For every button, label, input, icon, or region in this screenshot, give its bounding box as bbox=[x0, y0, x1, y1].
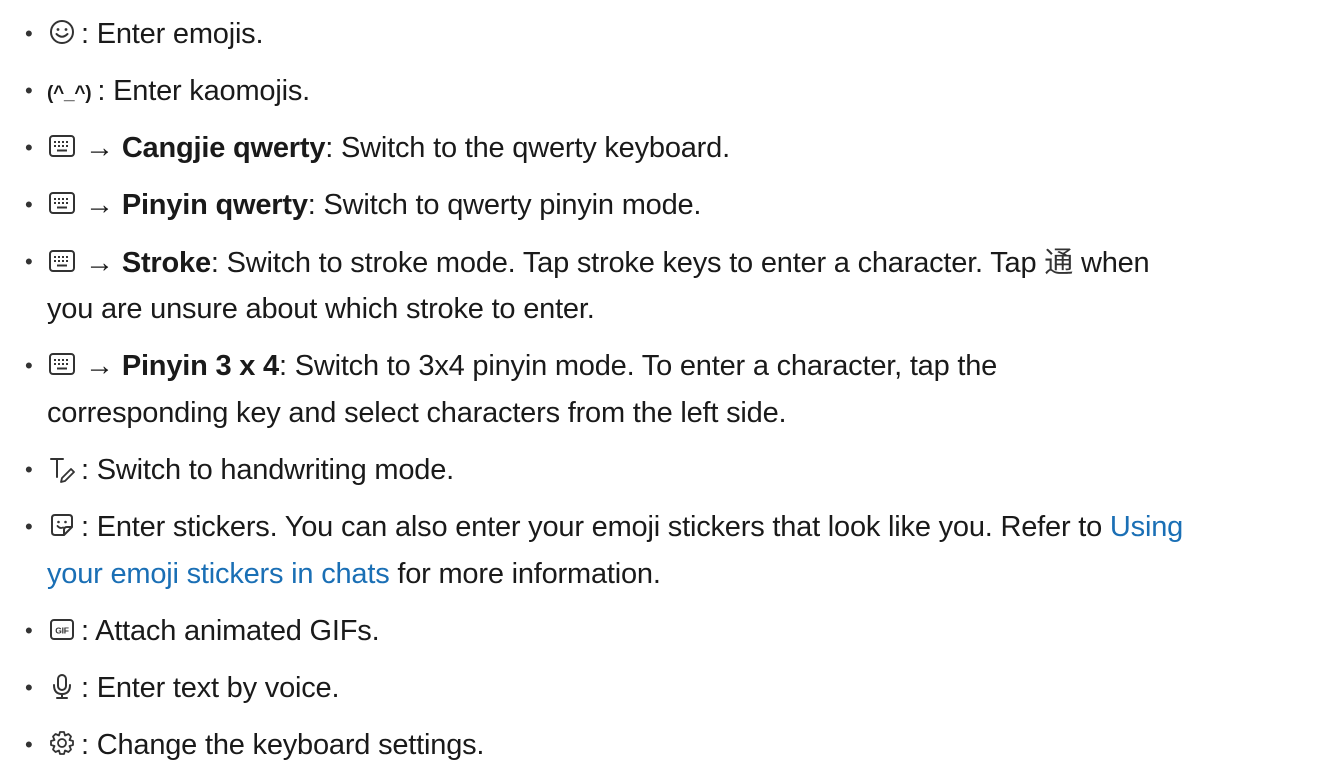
arrow: → bbox=[85, 350, 114, 382]
item-text: : Enter emojis. bbox=[81, 18, 264, 50]
bullet: • bbox=[25, 457, 33, 482]
wildcard-stroke-key: 通 bbox=[1044, 245, 1074, 279]
keyboard-icon bbox=[47, 188, 77, 218]
kaomoji-icon: (^_^) bbox=[47, 83, 92, 104]
gif-icon: GIF bbox=[47, 614, 77, 644]
item-text: : Switch to 3x4 pinyin mode. To enter a … bbox=[278, 350, 998, 382]
settings-gear-icon bbox=[47, 728, 77, 758]
arrow: → bbox=[85, 189, 114, 221]
bullet: • bbox=[25, 249, 33, 274]
item-text-continued: when bbox=[1080, 247, 1150, 279]
sticker-icon bbox=[47, 510, 77, 540]
svg-text:GIF: GIF bbox=[55, 626, 69, 636]
item-text: : Enter text by voice. bbox=[81, 672, 340, 704]
item-text: : Switch to the qwerty keyboard. bbox=[325, 132, 730, 164]
item-text: : Switch to stroke mode. Tap stroke keys… bbox=[210, 247, 1037, 279]
item-text-line2: corresponding key and select characters … bbox=[47, 397, 787, 429]
item-text: : Switch to handwriting mode. bbox=[81, 454, 454, 486]
item-text: : Enter stickers. You can also enter you… bbox=[81, 511, 1103, 543]
item-text: : Enter kaomojis. bbox=[97, 75, 310, 107]
option-label: Pinyin qwerty bbox=[121, 189, 308, 221]
item-text-line2: you are unsure about which stroke to ent… bbox=[47, 293, 595, 325]
item-text: : Switch to qwerty pinyin mode. bbox=[307, 189, 702, 221]
keyboard-icon bbox=[47, 131, 77, 161]
handwriting-icon bbox=[47, 453, 77, 484]
option-label: Cangjie qwerty bbox=[121, 132, 326, 164]
bullet: • bbox=[25, 618, 33, 643]
keyboard-icon bbox=[47, 246, 77, 276]
option-label: Pinyin 3 x 4 bbox=[121, 350, 279, 382]
item-text: : Attach animated GIFs. bbox=[81, 615, 380, 647]
bullet: • bbox=[25, 514, 33, 539]
bullet: • bbox=[25, 675, 33, 700]
bullet: • bbox=[25, 192, 33, 217]
item-text-line2: for more information. bbox=[397, 558, 661, 590]
option-label: Stroke bbox=[121, 247, 211, 279]
emoji-stickers-link[interactable]: Using bbox=[1110, 511, 1183, 543]
bullet: • bbox=[25, 135, 33, 160]
microphone-icon bbox=[47, 671, 77, 701]
bullet: • bbox=[25, 21, 33, 46]
arrow: → bbox=[85, 247, 114, 279]
item-text: : Change the keyboard settings. bbox=[81, 729, 485, 761]
bullet: • bbox=[25, 353, 33, 378]
emoji-stickers-link-continued[interactable]: your emoji stickers in chats bbox=[47, 558, 390, 590]
bullet: • bbox=[25, 732, 33, 757]
arrow: → bbox=[85, 132, 114, 164]
bullet: • bbox=[25, 78, 33, 103]
emoji-icon bbox=[47, 17, 77, 47]
keyboard-icon bbox=[47, 349, 77, 379]
